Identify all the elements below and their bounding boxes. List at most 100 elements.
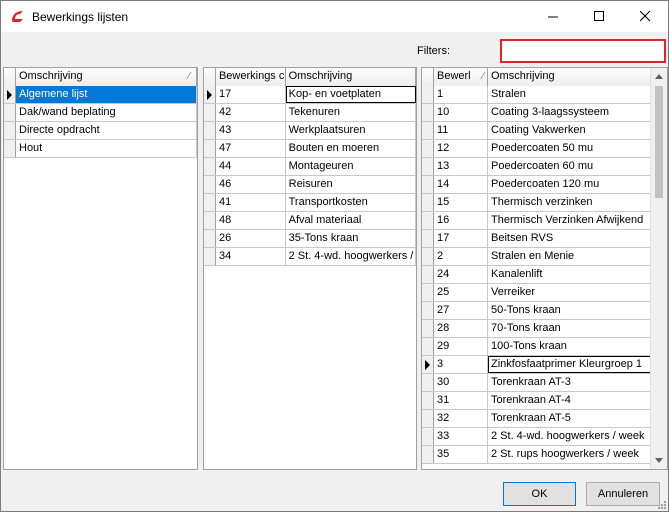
- table-row[interactable]: 3 Zinkfosfaatprimer Kleurgroep 1: [422, 356, 651, 374]
- table-row[interactable]: Directe opdracht: [4, 122, 197, 140]
- table-cell[interactable]: 28: [434, 320, 488, 337]
- table-cell[interactable]: Kanalenlift: [488, 266, 651, 283]
- table-row[interactable]: 24 Kanalenlift: [422, 266, 651, 284]
- cancel-button[interactable]: Annuleren: [586, 482, 660, 506]
- table-cell[interactable]: 25: [434, 284, 488, 301]
- table-cell[interactable]: Verreiker: [488, 284, 651, 301]
- table-cell[interactable]: Beitsen RVS: [488, 230, 651, 247]
- table-cell[interactable]: Kop- en voetplaten: [285, 86, 416, 103]
- table-row[interactable]: 30 Torenkraan AT-3: [422, 374, 651, 392]
- table-cell[interactable]: 2 St. 4-wd. hoogwerkers /: [286, 248, 416, 265]
- list3-scrollbar[interactable]: [650, 68, 667, 469]
- table-cell[interactable]: 30: [434, 374, 488, 391]
- table-cell[interactable]: 12: [434, 140, 488, 157]
- table-row[interactable]: 17 Beitsen RVS: [422, 230, 651, 248]
- close-button[interactable]: [622, 1, 668, 32]
- table-row[interactable]: 42 Tekenuren: [204, 104, 416, 122]
- table-cell[interactable]: 46: [216, 176, 286, 193]
- table-row[interactable]: 12 Poedercoaten 50 mu: [422, 140, 651, 158]
- filter-input[interactable]: [500, 39, 666, 63]
- table-cell[interactable]: 35-Tons kraan: [286, 230, 416, 247]
- table-row[interactable]: 11 Coating Vakwerken: [422, 122, 651, 140]
- table-cell[interactable]: 31: [434, 392, 488, 409]
- table-cell[interactable]: 3: [434, 356, 488, 373]
- table-cell[interactable]: 100-Tons kraan: [488, 338, 651, 355]
- table-row[interactable]: 13 Poedercoaten 60 mu: [422, 158, 651, 176]
- table-cell[interactable]: 33: [434, 428, 488, 445]
- list-panel-2[interactable]: Bewerkings co Omschrijving 17 Kop- en voe…: [203, 67, 417, 470]
- table-cell[interactable]: 34: [216, 248, 286, 265]
- table-cell[interactable]: 11: [434, 122, 488, 139]
- list1-col-omschrijving[interactable]: Omschrijving ⁄: [16, 68, 197, 86]
- list3-col-code[interactable]: Bewerl ⁄: [434, 68, 488, 86]
- list2-col-code[interactable]: Bewerkings co: [215, 68, 286, 86]
- table-row[interactable]: 43 Werkplaatsuren: [204, 122, 416, 140]
- table-cell[interactable]: Dak/wand beplating: [16, 104, 197, 121]
- table-row[interactable]: 48 Afval materiaal: [204, 212, 416, 230]
- table-cell[interactable]: Reisuren: [286, 176, 416, 193]
- table-row[interactable]: Dak/wand beplating: [4, 104, 197, 122]
- list2-col-omschrijving[interactable]: Omschrijving: [285, 68, 416, 86]
- scroll-thumb[interactable]: [655, 86, 663, 198]
- table-row[interactable]: 44 Montageuren: [204, 158, 416, 176]
- table-cell[interactable]: 26: [216, 230, 286, 247]
- table-cell[interactable]: 35: [434, 446, 488, 463]
- table-cell[interactable]: Poedercoaten 60 mu: [488, 158, 651, 175]
- table-cell[interactable]: 17: [434, 230, 488, 247]
- list-panel-1[interactable]: Omschrijving ⁄ Algemene lijst Dak/wand bep…: [3, 67, 198, 470]
- table-row[interactable]: 34 2 St. 4-wd. hoogwerkers /: [204, 248, 416, 266]
- table-cell[interactable]: 10: [434, 104, 488, 121]
- table-cell[interactable]: 15: [434, 194, 488, 211]
- table-cell[interactable]: 48: [216, 212, 286, 229]
- table-cell[interactable]: Poedercoaten 50 mu: [488, 140, 651, 157]
- list-panel-3[interactable]: Bewerl ⁄ Omschrijving 1 Stralen 10 Coating 3…: [421, 67, 668, 470]
- table-cell[interactable]: Coating Vakwerken: [488, 122, 651, 139]
- table-cell[interactable]: 50-Tons kraan: [488, 302, 651, 319]
- table-row[interactable]: 46 Reisuren: [204, 176, 416, 194]
- table-cell[interactable]: 2 St. 4-wd. hoogwerkers / week: [488, 428, 651, 445]
- scroll-down-arrow-icon[interactable]: [651, 452, 667, 469]
- table-cell[interactable]: 1: [434, 86, 488, 103]
- resize-grip-icon[interactable]: [656, 499, 666, 509]
- table-cell[interactable]: Coating 3-laagssysteem: [488, 104, 651, 121]
- table-cell[interactable]: Hout: [16, 140, 197, 157]
- table-cell[interactable]: Thermisch Verzinken Afwijkend: [488, 212, 651, 229]
- table-cell[interactable]: Montageuren: [286, 158, 416, 175]
- table-cell[interactable]: 16: [434, 212, 488, 229]
- table-row[interactable]: 32 Torenkraan AT-5: [422, 410, 651, 428]
- table-row[interactable]: 41 Transportkosten: [204, 194, 416, 212]
- table-cell[interactable]: 2: [434, 248, 488, 265]
- table-row[interactable]: Algemene lijst: [4, 86, 197, 104]
- table-cell[interactable]: 32: [434, 410, 488, 427]
- table-row[interactable]: 47 Bouten en moeren: [204, 140, 416, 158]
- table-cell[interactable]: Torenkraan AT-4: [488, 392, 651, 409]
- table-row[interactable]: 25 Verreiker: [422, 284, 651, 302]
- table-cell[interactable]: 70-Tons kraan: [488, 320, 651, 337]
- scroll-up-arrow-icon[interactable]: [651, 68, 667, 85]
- table-row[interactable]: 17 Kop- en voetplaten: [204, 86, 416, 104]
- table-cell[interactable]: 29: [434, 338, 488, 355]
- minimize-button[interactable]: [530, 1, 576, 32]
- table-cell[interactable]: Torenkraan AT-3: [488, 374, 651, 391]
- table-cell[interactable]: Poedercoaten 120 mu: [488, 176, 651, 193]
- ok-button[interactable]: OK: [503, 482, 576, 506]
- table-cell[interactable]: Stralen: [488, 86, 651, 103]
- table-cell[interactable]: Directe opdracht: [16, 122, 197, 139]
- table-cell[interactable]: Zinkfosfaatprimer Kleurgroep 1: [488, 356, 651, 373]
- table-row[interactable]: 35 2 St. rups hoogwerkers / week: [422, 446, 651, 464]
- table-cell[interactable]: 14: [434, 176, 488, 193]
- table-cell[interactable]: 47: [216, 140, 286, 157]
- table-row[interactable]: 27 50-Tons kraan: [422, 302, 651, 320]
- table-row[interactable]: 2 Stralen en Menie: [422, 248, 651, 266]
- table-row[interactable]: 33 2 St. 4-wd. hoogwerkers / week: [422, 428, 651, 446]
- table-cell[interactable]: Bouten en moeren: [286, 140, 416, 157]
- table-cell[interactable]: 17: [216, 86, 286, 103]
- table-row[interactable]: Hout: [4, 140, 197, 158]
- table-cell[interactable]: Thermisch verzinken: [488, 194, 651, 211]
- table-row[interactable]: 26 35-Tons kraan: [204, 230, 416, 248]
- table-cell[interactable]: 44: [216, 158, 286, 175]
- table-cell[interactable]: 24: [434, 266, 488, 283]
- table-cell[interactable]: 41: [216, 194, 286, 211]
- table-row[interactable]: 15 Thermisch verzinken: [422, 194, 651, 212]
- maximize-button[interactable]: [576, 1, 622, 32]
